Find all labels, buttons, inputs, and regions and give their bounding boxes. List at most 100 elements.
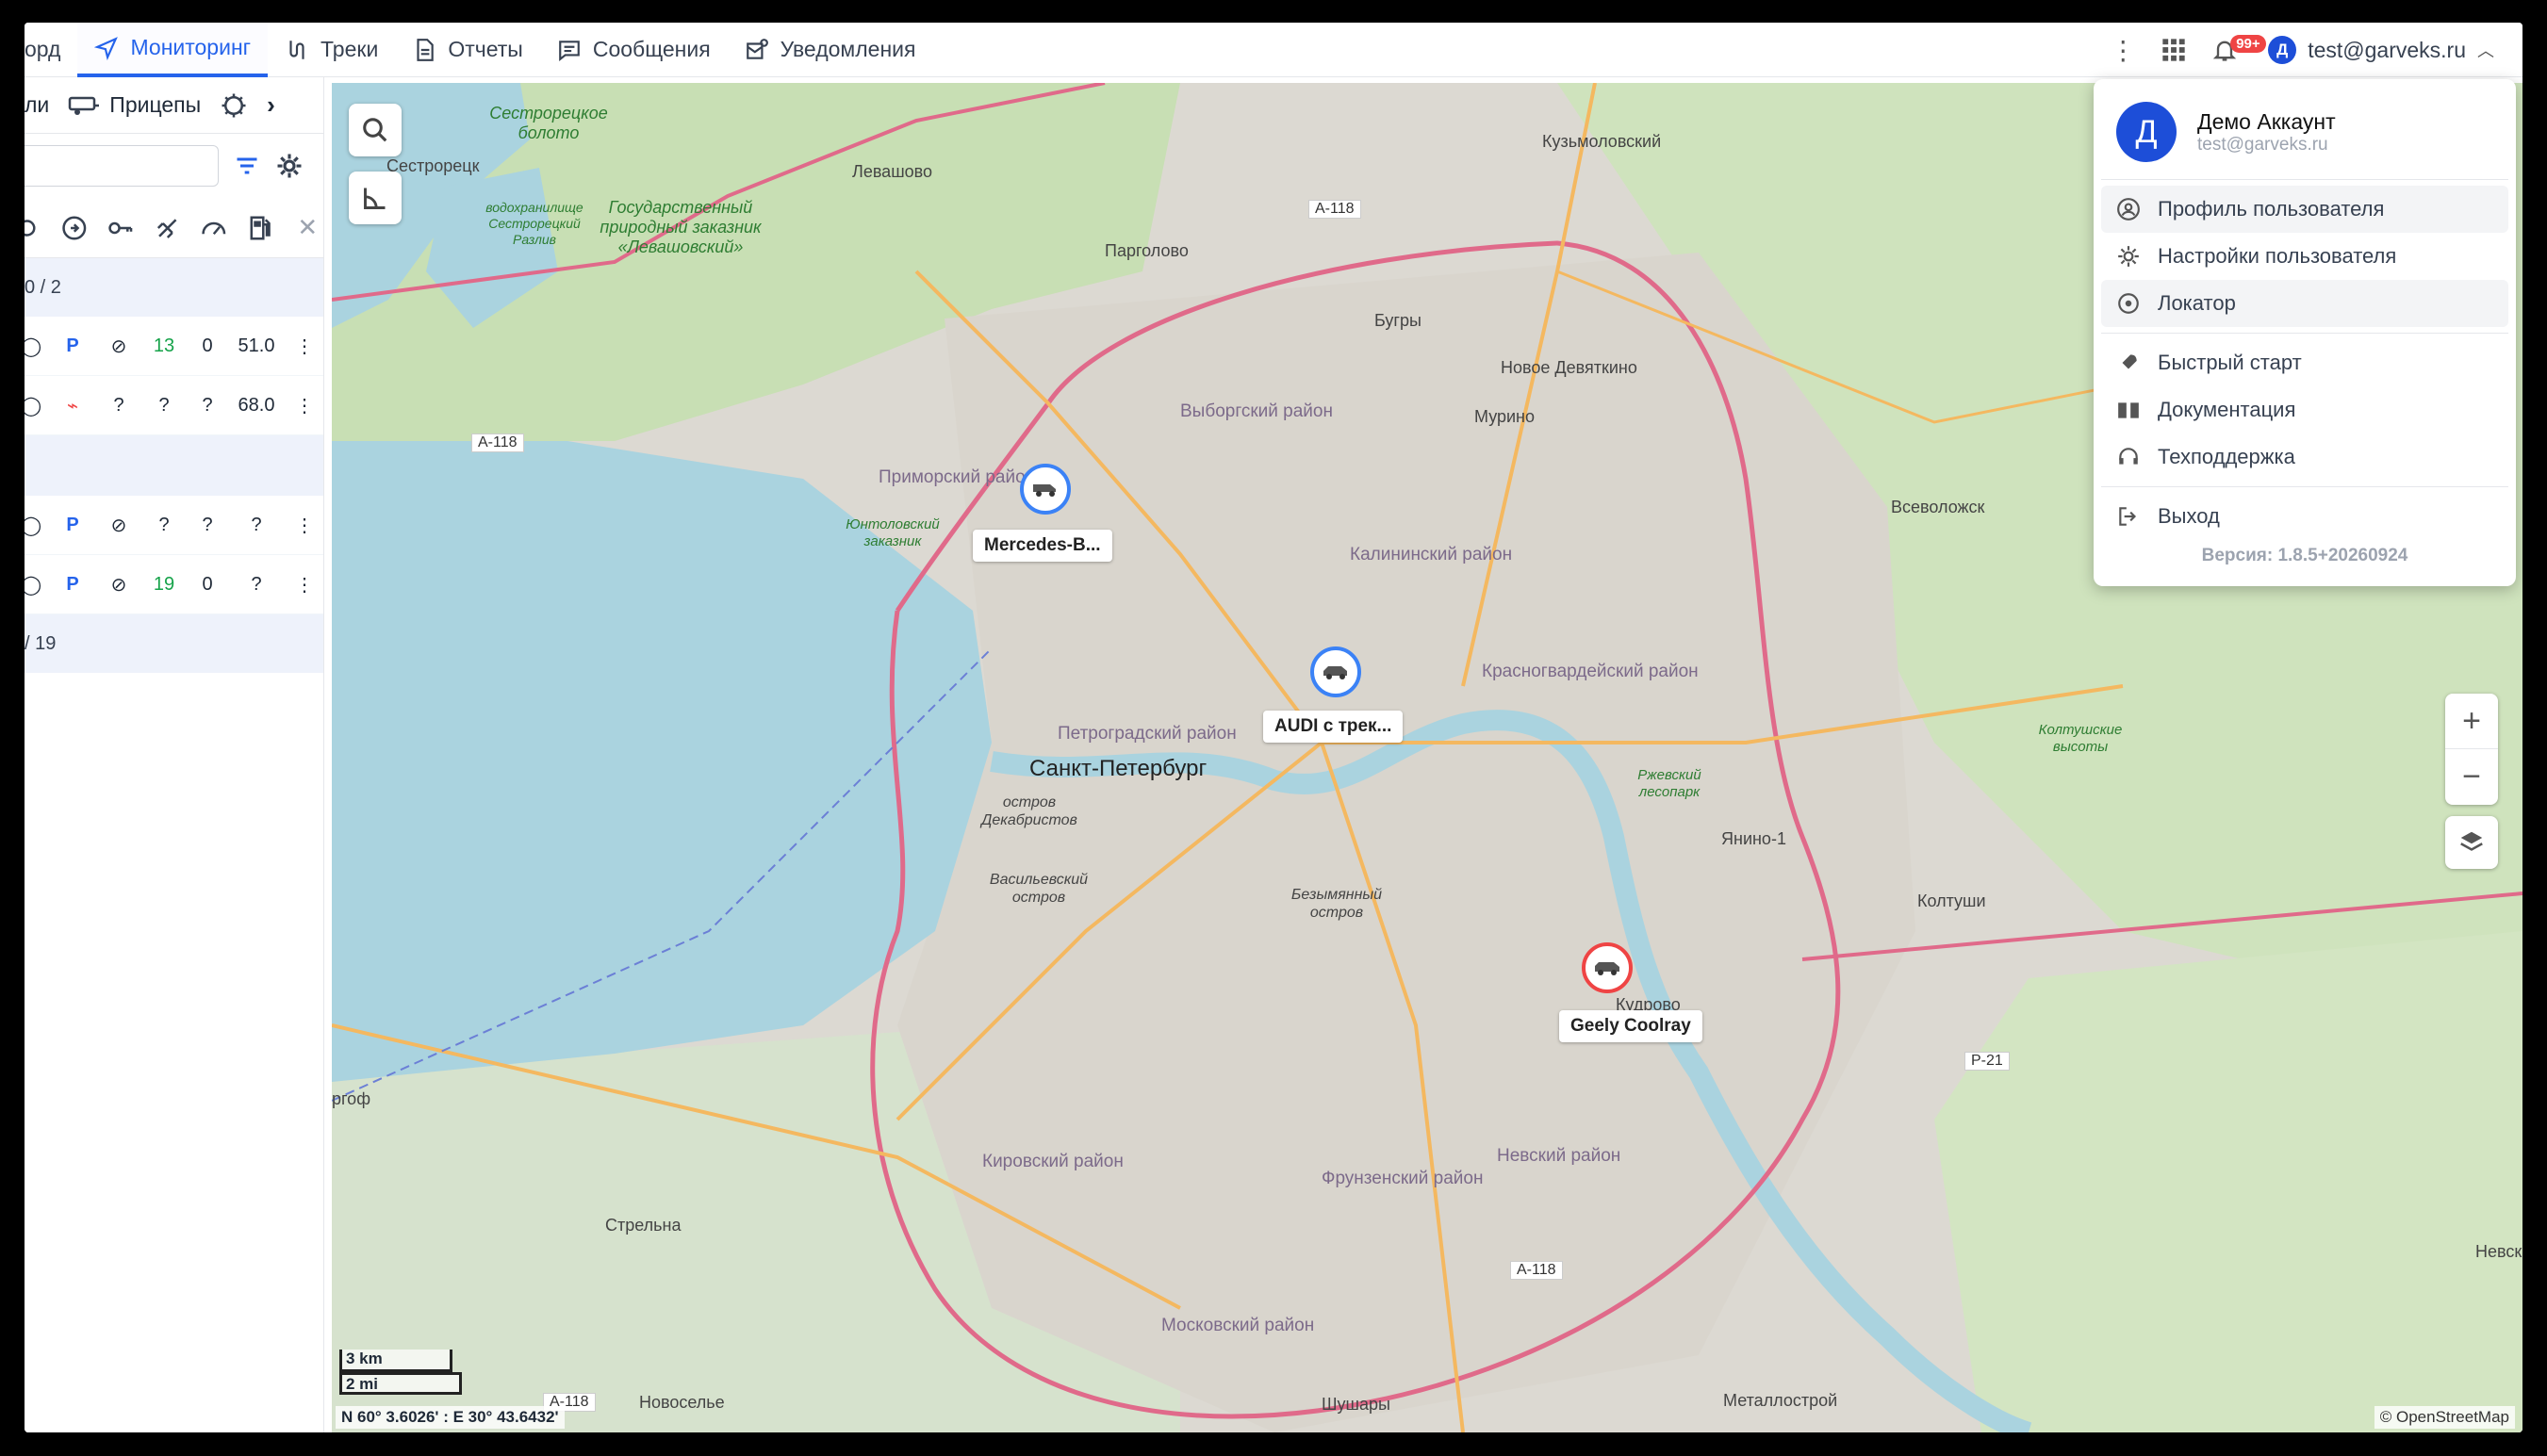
- more-vertical-icon[interactable]: ⋮: [2110, 35, 2136, 66]
- nav-tab-messages[interactable]: Сообщения: [540, 23, 728, 77]
- rocket-icon: [2121, 354, 2137, 370]
- ignition-value: ?: [113, 394, 124, 416]
- fuel-value: 68.0: [238, 394, 275, 416]
- table-row[interactable]: ◯ ⌁ ? ? ? 68.0 ⋮: [25, 376, 323, 435]
- layers-button[interactable]: [2445, 816, 2498, 869]
- map-label-town: Шушары: [1322, 1395, 1390, 1414]
- parking-icon: P: [66, 335, 79, 356]
- map-attribution[interactable]: © OpenStreetMap: [2374, 1406, 2515, 1429]
- object-type-tabs: ли Прицепы ›: [25, 77, 323, 134]
- map-label-district: Выборгский район: [1180, 401, 1333, 421]
- satellites-value: ?: [158, 394, 170, 416]
- no-signal-icon: ⌁: [66, 395, 79, 417]
- menu-item-docs[interactable]: Документация: [2101, 386, 2508, 434]
- map-label-island: остров Декабристов: [981, 794, 1077, 828]
- menu-divider: [2101, 333, 2508, 334]
- message-icon: [558, 40, 580, 61]
- nav-tab-tracks[interactable]: Треки: [268, 23, 395, 77]
- app-window: орд Мониторинг Треки Отчеты Сообщения Ув…: [25, 23, 2522, 1432]
- cursor-coordinates: N 60° 3.6026' : E 30° 43.6432': [336, 1406, 565, 1429]
- map-label-town: Парголово: [1105, 241, 1189, 260]
- map-label-district: Фрунзенский район: [1322, 1169, 1484, 1188]
- map-label-town: Новое Девяткино: [1501, 358, 1637, 377]
- sensor-icon[interactable]: [220, 91, 248, 120]
- apps-grid-icon[interactable]: [2161, 37, 2187, 63]
- scale-bar: 3 km 2 mi: [339, 1350, 462, 1395]
- search-input[interactable]: [25, 145, 219, 187]
- key-icon[interactable]: [105, 214, 137, 242]
- more-vertical-icon[interactable]: ⋮: [290, 335, 319, 358]
- table-row[interactable]: ◯ P ⊘ 13 0 51.0 ⋮: [25, 317, 323, 376]
- map-label-nature: Колтушские высоты: [2038, 722, 2123, 755]
- route-icon: [289, 40, 304, 59]
- map-label-nature: Юнтоловский заказник: [846, 516, 940, 549]
- scale-km: 3 km: [339, 1350, 452, 1372]
- map-label-town: Бугры: [1374, 311, 1421, 330]
- status-circle-icon: ◯: [25, 395, 42, 417]
- tab-vehicles[interactable]: ли: [25, 92, 49, 118]
- chevron-right-icon[interactable]: ›: [267, 90, 275, 120]
- tab-trailers[interactable]: Прицепы: [68, 92, 201, 118]
- zoom-out-button[interactable]: −: [2445, 749, 2498, 805]
- fuel-value: 51.0: [238, 335, 275, 356]
- menu-item-locator[interactable]: Локатор: [2101, 280, 2508, 327]
- fuel-icon[interactable]: [245, 214, 277, 242]
- vehicle-marker[interactable]: [1310, 646, 1361, 697]
- ignition-off-icon: ⊘: [110, 515, 127, 536]
- map-label-nature: Государственный природный заказник «Лева…: [600, 198, 762, 256]
- satellites-value: 13: [153, 335, 175, 356]
- vehicle-marker[interactable]: [1582, 942, 1633, 993]
- nav-tab-dashboard[interactable]: орд: [25, 23, 77, 77]
- locator-icon: [2118, 293, 2139, 314]
- menu-item-profile[interactable]: Профиль пользователя: [2101, 186, 2508, 233]
- map-label-nature: водохранилище Сестрорецкий Разлив: [485, 200, 583, 247]
- map-label-town: Сестрорецк: [386, 156, 480, 175]
- speed-value: ?: [202, 514, 213, 535]
- target-icon[interactable]: [25, 214, 43, 242]
- map-label-district: Красногвардейский район: [1482, 662, 1699, 681]
- table-row[interactable]: ◯ P ⊘ 19 0 ? ⋮: [25, 555, 323, 614]
- speedometer-icon[interactable]: [198, 214, 230, 242]
- user-menu-button[interactable]: Д test@garveks.ru ︿: [2268, 36, 2494, 64]
- more-vertical-icon[interactable]: ⋮: [290, 573, 319, 597]
- gear-icon[interactable]: [275, 152, 304, 180]
- map-label-town: Колтуши: [1917, 892, 1986, 910]
- vehicle-marker[interactable]: [1020, 464, 1071, 515]
- zoom-in-button[interactable]: +: [2445, 694, 2498, 749]
- filter-icon[interactable]: [234, 153, 260, 179]
- ruler-angle-icon: [364, 188, 386, 209]
- arrow-circle-icon[interactable]: [58, 214, 90, 242]
- menu-item-support[interactable]: Техподдержка: [2101, 434, 2508, 481]
- table-row[interactable]: ◯ P ⊘ ? ? ? ⋮: [25, 496, 323, 555]
- zoom-to-fit-button[interactable]: [349, 104, 402, 156]
- menu-item-logout[interactable]: Выход: [2101, 493, 2508, 540]
- notifications-button[interactable]: 99+: [2211, 31, 2266, 69]
- close-icon[interactable]: ✕: [291, 213, 323, 242]
- vehicle-label[interactable]: AUDI с трек...: [1263, 711, 1404, 743]
- column-icons-row: ✕: [25, 198, 323, 258]
- car-icon: [1323, 666, 1347, 679]
- satellites-value: 19: [153, 573, 175, 595]
- group-header-empty[interactable]: [25, 435, 323, 496]
- road-sign: Р-21: [1964, 1052, 2010, 1071]
- menu-item-settings[interactable]: Настройки пользователя: [2101, 233, 2508, 280]
- group-header[interactable]: / 19: [25, 614, 323, 673]
- nav-tab-monitoring[interactable]: Мониторинг: [77, 23, 269, 77]
- top-navbar: орд Мониторинг Треки Отчеты Сообщения Ув…: [25, 23, 2522, 77]
- group-header[interactable]: 0 / 2: [25, 258, 323, 317]
- vehicle-label[interactable]: Mercedes-B...: [973, 530, 1112, 562]
- more-vertical-icon[interactable]: ⋮: [290, 394, 319, 417]
- gear-icon: [2118, 246, 2139, 267]
- user-card: Д Демо Аккаунт test@garveks.ru: [2101, 87, 2508, 180]
- vehicle-label[interactable]: Geely Coolray: [1559, 1010, 1702, 1042]
- satellite-icon[interactable]: [152, 214, 184, 242]
- logout-icon: [2119, 507, 2137, 526]
- nav-tab-notifications[interactable]: Уведомления: [728, 23, 933, 77]
- road-sign: А-118: [1510, 1261, 1563, 1280]
- nav-tab-reports[interactable]: Отчеты: [395, 23, 540, 77]
- measure-button[interactable]: [349, 172, 402, 224]
- menu-item-quickstart[interactable]: Быстрый старт: [2101, 339, 2508, 386]
- map-label-island: Безымянный остров: [1290, 887, 1383, 921]
- user-circle-icon: [2117, 198, 2140, 221]
- more-vertical-icon[interactable]: ⋮: [290, 514, 319, 537]
